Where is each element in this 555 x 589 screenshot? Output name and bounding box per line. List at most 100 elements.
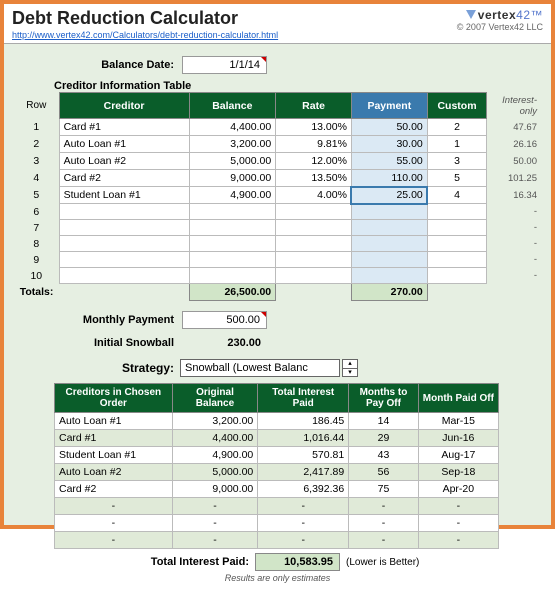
estimates-note: Results are only estimates [14,573,541,583]
rate-cell[interactable] [276,236,352,252]
balance-cell[interactable]: 4,900.00 [189,187,276,204]
result-creditor: Auto Loan #2 [55,464,173,481]
result-paidoff: - [418,532,498,549]
result-creditor: - [55,532,173,549]
creditor-cell[interactable] [59,220,189,236]
payment-cell[interactable] [351,268,427,284]
creditor-table: Row Creditor Balance Rate Payment Custom… [14,92,541,301]
balance-cell[interactable]: 4,400.00 [189,119,276,136]
result-paidoff: Apr-20 [418,481,498,498]
rate-cell[interactable] [276,220,352,236]
rcol-months: Months to Pay Off [349,384,419,413]
strategy-select[interactable]: Snowball (Lowest Balanc [180,359,340,377]
chevron-down-icon: ▾ [343,369,357,377]
result-interest: 2,417.89 [258,464,349,481]
payment-cell[interactable] [351,204,427,220]
custom-cell[interactable]: 3 [427,153,487,170]
custom-cell[interactable]: 5 [427,170,487,187]
result-months: 14 [349,413,419,430]
balance-cell[interactable] [189,236,276,252]
totals-label: Totals: [14,284,59,301]
balance-date-input[interactable]: 1/1/14 [182,56,267,74]
custom-cell[interactable] [427,252,487,268]
result-balance: 9,000.00 [172,481,258,498]
creditor-cell[interactable] [59,252,189,268]
balance-cell[interactable] [189,220,276,236]
row-num: 6 [14,204,59,220]
result-months: 43 [349,447,419,464]
col-creditor: Creditor [59,93,189,119]
custom-cell[interactable] [427,236,487,252]
strategy-stepper[interactable]: ▴▾ [342,359,358,377]
rate-cell[interactable] [276,252,352,268]
custom-cell[interactable] [427,220,487,236]
payment-cell[interactable]: 50.00 [351,119,427,136]
custom-cell[interactable]: 4 [427,187,487,204]
result-interest: 6,392.36 [258,481,349,498]
copyright: © 2007 Vertex42 LLC [457,22,543,32]
result-months: 56 [349,464,419,481]
interest-only-label: Interest-only [487,93,541,119]
rate-cell[interactable] [276,268,352,284]
creditor-cell[interactable] [59,236,189,252]
lower-is-better: (Lower is Better) [346,557,419,568]
custom-cell[interactable]: 1 [427,136,487,153]
result-balance: 4,900.00 [172,447,258,464]
row-num: 4 [14,170,59,187]
result-paidoff: Mar-15 [418,413,498,430]
rate-cell[interactable]: 9.81% [276,136,352,153]
result-paidoff: Sep-18 [418,464,498,481]
creditor-cell[interactable] [59,204,189,220]
creditor-cell[interactable]: Card #2 [59,170,189,187]
row-num: 1 [14,119,59,136]
row-num: 2 [14,136,59,153]
rcol-creditor: Creditors in Chosen Order [55,384,173,413]
result-paidoff: Jun-16 [418,430,498,447]
rate-cell[interactable]: 12.00% [276,153,352,170]
balance-cell[interactable]: 3,200.00 [189,136,276,153]
result-creditor: Auto Loan #1 [55,413,173,430]
creditor-cell[interactable]: Student Loan #1 [59,187,189,204]
payment-cell[interactable] [351,220,427,236]
col-payment: Payment [351,93,427,119]
interest-only-value: 50.00 [487,153,541,170]
balance-cell[interactable] [189,204,276,220]
payment-cell[interactable] [351,236,427,252]
payment-cell[interactable]: 55.00 [351,153,427,170]
rate-cell[interactable]: 13.50% [276,170,352,187]
result-interest: 1,016.44 [258,430,349,447]
source-link[interactable]: http://www.vertex42.com/Calculators/debt… [12,30,278,40]
payment-cell[interactable]: 30.00 [351,136,427,153]
strategy-label: Strategy: [74,361,174,375]
rate-cell[interactable] [276,204,352,220]
creditor-cell[interactable] [59,268,189,284]
balance-cell[interactable]: 9,000.00 [189,170,276,187]
rcol-paidoff: Month Paid Off [418,384,498,413]
payment-cell[interactable]: 110.00 [351,170,427,187]
result-creditor: - [55,498,173,515]
custom-cell[interactable] [427,204,487,220]
col-custom: Custom [427,93,487,119]
balance-cell[interactable]: 5,000.00 [189,153,276,170]
creditor-cell[interactable]: Auto Loan #2 [59,153,189,170]
custom-cell[interactable]: 2 [427,119,487,136]
rate-cell[interactable]: 4.00% [276,187,352,204]
custom-cell[interactable] [427,268,487,284]
result-creditor: Student Loan #1 [55,447,173,464]
initial-snowball-value: 230.00 [182,335,267,351]
totals-balance: 26,500.00 [189,284,276,301]
creditor-cell[interactable]: Auto Loan #1 [59,136,189,153]
payment-cell[interactable] [351,252,427,268]
col-balance: Balance [189,93,276,119]
interest-only-value: - [487,204,541,220]
result-creditor: Card #1 [55,430,173,447]
row-header: Row [14,93,59,119]
creditor-cell[interactable]: Card #1 [59,119,189,136]
payment-cell[interactable]: 25.00 [351,187,427,204]
monthly-payment-input[interactable]: 500.00 [182,311,267,329]
balance-cell[interactable] [189,252,276,268]
total-interest-label: Total Interest Paid: [54,556,249,568]
result-interest: 186.45 [258,413,349,430]
balance-cell[interactable] [189,268,276,284]
rate-cell[interactable]: 13.00% [276,119,352,136]
